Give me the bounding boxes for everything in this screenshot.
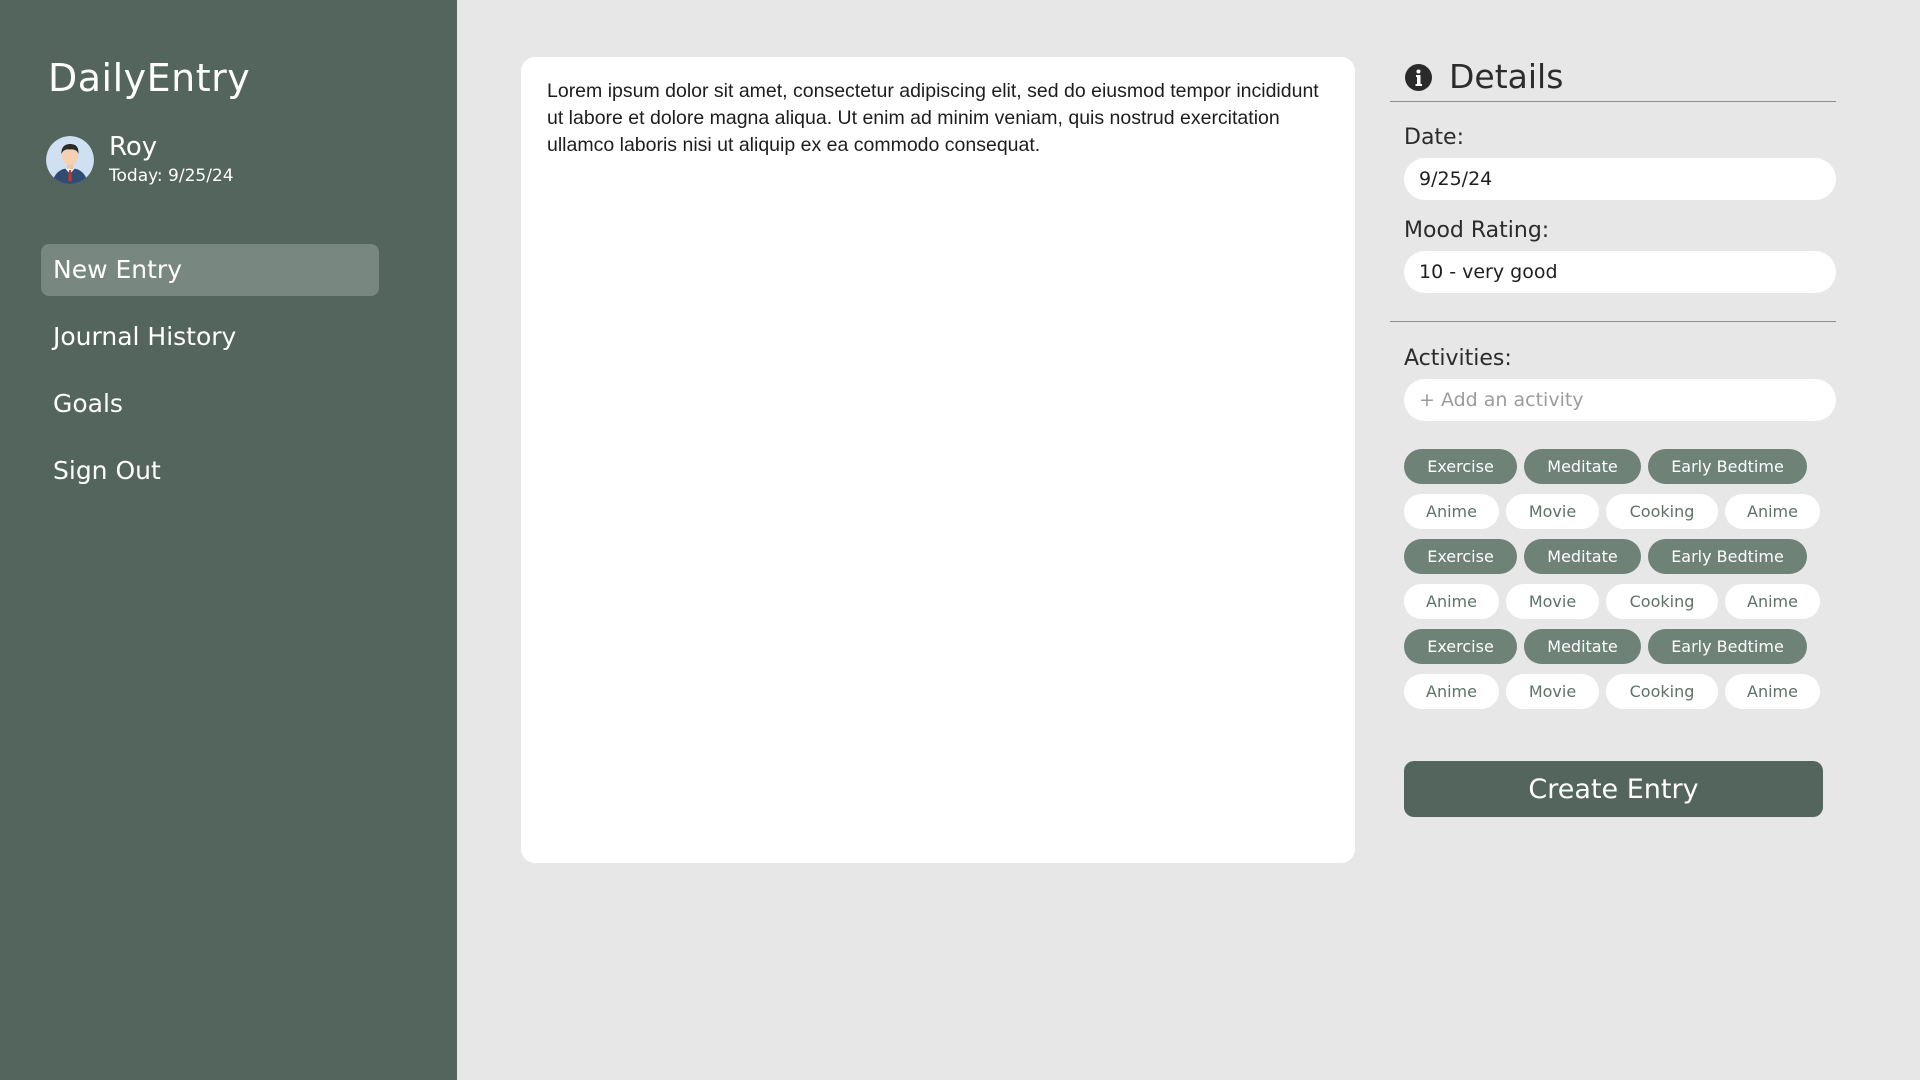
activity-chip[interactable]: Movie [1506, 584, 1599, 619]
create-entry-button[interactable]: Create Entry [1404, 761, 1823, 817]
activity-chip[interactable]: Early Bedtime [1648, 629, 1807, 664]
activity-chip[interactable]: Cooking [1606, 674, 1718, 709]
activity-chip[interactable]: Anime [1404, 494, 1499, 529]
activity-chip[interactable]: Cooking [1606, 584, 1718, 619]
nav-item-journal-history[interactable]: Journal History [41, 311, 379, 363]
info-icon [1405, 64, 1432, 91]
activity-chip[interactable]: Exercise [1404, 539, 1517, 574]
mood-rating-label: Mood Rating: [1404, 218, 1550, 243]
details-divider [1390, 321, 1836, 322]
nav-item-goals[interactable]: Goals [41, 378, 379, 430]
activity-chip[interactable]: Anime [1725, 584, 1820, 619]
today-date: Today: 9/25/24 [109, 166, 234, 186]
date-label: Date: [1404, 125, 1464, 150]
date-field[interactable]: 9/25/24 [1404, 158, 1836, 200]
activity-chip[interactable]: Meditate [1524, 449, 1641, 484]
details-panel: Details Date: 9/25/24 Mood Rating: 10 - … [1390, 57, 1836, 817]
activities-label: Activities: [1404, 346, 1512, 371]
activity-chip[interactable]: Movie [1506, 674, 1599, 709]
activity-chip[interactable]: Exercise [1404, 629, 1517, 664]
journal-text[interactable]: Lorem ipsum dolor sit amet, consectetur … [547, 78, 1329, 843]
avatar [46, 136, 94, 184]
activity-chip[interactable]: Early Bedtime [1648, 449, 1807, 484]
activity-chip[interactable]: Anime [1404, 584, 1499, 619]
add-activity-input[interactable] [1404, 379, 1836, 421]
nav-item-new-entry[interactable]: New Entry [41, 244, 379, 296]
nav-menu: New Entry Journal History Goals Sign Out [41, 244, 379, 512]
activity-chip[interactable]: Early Bedtime [1648, 539, 1807, 574]
user-name: Roy [109, 132, 158, 162]
mood-rating-field[interactable]: 10 - very good [1404, 251, 1836, 293]
app-title: DailyEntry [48, 56, 251, 100]
activity-chip[interactable]: Movie [1506, 494, 1599, 529]
activity-chip[interactable]: Exercise [1404, 449, 1517, 484]
activity-chip[interactable]: Meditate [1524, 539, 1641, 574]
journal-editor[interactable]: Lorem ipsum dolor sit amet, consectetur … [521, 57, 1355, 863]
nav-item-sign-out[interactable]: Sign Out [41, 445, 379, 497]
sidebar: DailyEntry Roy Today: 9/25/24 New Entry … [0, 0, 457, 1080]
user-avatar-icon [46, 136, 94, 184]
details-header: Details [1390, 57, 1836, 102]
activity-chip[interactable]: Meditate [1524, 629, 1641, 664]
activity-chip[interactable]: Anime [1725, 674, 1820, 709]
activity-chip[interactable]: Anime [1404, 674, 1499, 709]
activity-chips: Exercise Meditate Early Bedtime Anime Movie C… [1404, 449, 1836, 709]
activity-chip[interactable]: Anime [1725, 494, 1820, 529]
details-title: Details [1449, 57, 1564, 96]
activity-chip[interactable]: Cooking [1606, 494, 1718, 529]
